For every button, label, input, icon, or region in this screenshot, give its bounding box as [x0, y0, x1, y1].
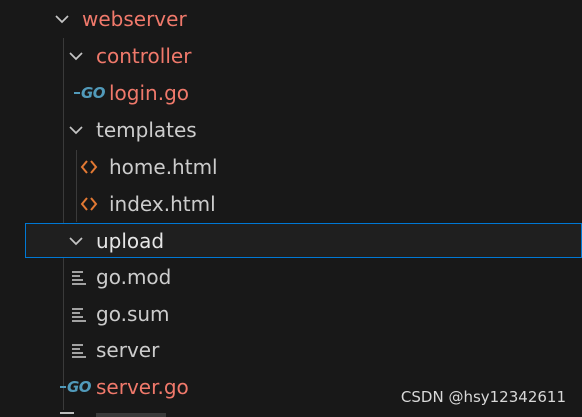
html-code-icon: [79, 194, 99, 214]
tree-item-index-html[interactable]: index.html: [0, 186, 582, 222]
tree-item-go-sum[interactable]: go.sum: [0, 296, 582, 332]
chevron-down-icon: [65, 230, 87, 252]
tree-item-label: login.go: [109, 81, 190, 105]
chevron-down-icon: [51, 8, 73, 30]
tree-item-label: server.go: [96, 375, 189, 399]
tree-item-upload[interactable]: upload: [25, 223, 582, 258]
tree-item-label: webserver: [82, 7, 187, 31]
tree-item-label: server: [96, 338, 160, 362]
html-code-icon: [79, 157, 99, 177]
text-lines-icon: [70, 268, 88, 286]
go-file-icon: GO: [60, 378, 92, 396]
tree-item-label: controller: [96, 44, 192, 68]
watermark-text: CSDN @hsy12342611: [400, 388, 566, 406]
tree-item-label: templates: [96, 118, 197, 142]
tree-item-login-go[interactable]: GO login.go: [0, 75, 582, 111]
text-lines-icon: [70, 341, 88, 359]
tree-item-templates[interactable]: templates: [0, 112, 582, 148]
text-lines-icon: [70, 305, 88, 323]
file-explorer-tree: webserver controller GO login.go templat…: [0, 0, 582, 417]
tree-item-webserver[interactable]: webserver: [0, 1, 582, 37]
tree-item-partial: [60, 410, 180, 417]
chevron-down-icon: [65, 119, 87, 141]
tree-item-go-mod[interactable]: go.mod: [0, 259, 582, 295]
chevron-down-icon: [65, 45, 87, 67]
tree-item-label: index.html: [109, 192, 216, 216]
tree-item-controller[interactable]: controller: [0, 38, 582, 74]
go-file-icon: GO: [74, 84, 106, 102]
tree-item-label: go.mod: [96, 265, 172, 289]
tree-item-label: upload: [96, 229, 165, 253]
tree-item-server[interactable]: server: [0, 332, 582, 368]
tree-item-label: home.html: [109, 155, 218, 179]
tree-item-home-html[interactable]: home.html: [0, 149, 582, 185]
tree-item-label: go.sum: [96, 302, 170, 326]
